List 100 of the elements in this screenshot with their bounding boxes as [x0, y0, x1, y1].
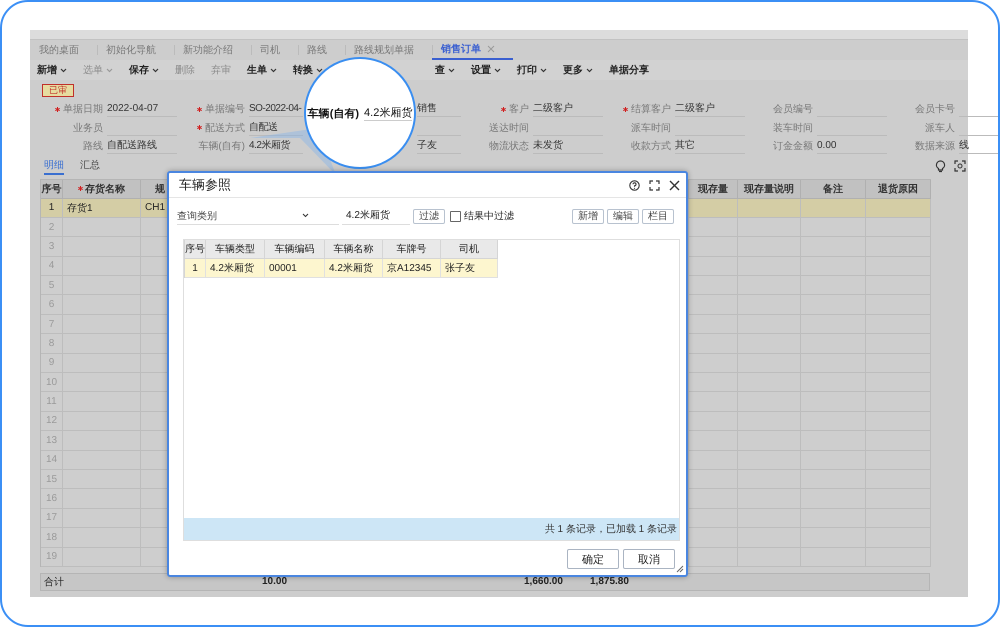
toolbar-button[interactable]: 打印	[517, 63, 547, 77]
table-cell[interactable]: 1	[185, 259, 206, 278]
table-cell	[689, 276, 738, 296]
form-field[interactable]: 0.00	[817, 138, 887, 154]
resize-grip-icon[interactable]	[676, 565, 684, 573]
field-label: 收款方式	[631, 140, 671, 154]
table-cell	[801, 198, 866, 218]
field-label: 派车人	[925, 122, 955, 135]
field-label: 结算客户	[631, 102, 671, 116]
field-label: 订金金额	[773, 140, 813, 154]
dialog-button[interactable]: 确定	[567, 549, 619, 569]
table-cell	[689, 450, 738, 470]
field-label: 单据日期	[63, 102, 103, 116]
field-label: 配送方式	[205, 122, 245, 135]
table-cell	[689, 218, 738, 238]
table-cell	[689, 470, 738, 490]
toolbar-button[interactable]: 设置	[471, 63, 501, 77]
table-cell	[689, 373, 738, 392]
form-field[interactable]: 线	[959, 138, 998, 154]
form-field[interactable]: 自配送路线	[107, 138, 177, 154]
form-field[interactable]: 二级客户	[533, 101, 603, 118]
table-cell	[689, 489, 738, 509]
field-label: 会员卡号	[915, 102, 955, 116]
table-cell	[689, 431, 738, 451]
action-button[interactable]: 编辑	[607, 208, 639, 224]
table-cell: 存货1	[63, 198, 141, 218]
total-value: 10.00	[262, 576, 288, 588]
close-icon[interactable]	[669, 180, 680, 190]
form-field[interactable]: 4.2米厢货	[249, 138, 303, 154]
toolbar-button[interactable]: 新增	[37, 63, 67, 77]
table-cell	[689, 256, 738, 276]
table-cell[interactable]: 00001	[265, 259, 325, 278]
help-icon[interactable]	[629, 180, 640, 190]
total-value: 1,875.80	[590, 576, 630, 588]
table-cell	[866, 218, 931, 238]
field-label: 物流状态	[489, 140, 529, 154]
table-cell	[689, 295, 738, 315]
dialog-button[interactable]: 取消	[623, 549, 675, 569]
table-cell: 1	[41, 198, 63, 218]
bulb-icon[interactable]	[935, 160, 946, 172]
toolbar-button[interactable]: 转换	[293, 63, 323, 77]
column-header: 车辆类型	[206, 240, 265, 259]
checkbox-label[interactable]: 结果中过滤	[464, 209, 514, 223]
field-label: 会员编号	[773, 102, 813, 116]
scan-icon[interactable]	[954, 160, 966, 172]
table-cell	[689, 314, 738, 334]
checkbox[interactable]	[450, 210, 461, 222]
toolbar-button[interactable]: 单据分享	[609, 63, 649, 77]
form-field[interactable]: 2022-04-07	[107, 101, 177, 118]
action-button[interactable]: 栏目	[642, 208, 674, 224]
category-dropdown[interactable]: 查询类别	[177, 208, 339, 224]
column-header: 车辆名称	[325, 240, 383, 259]
toolbar-button[interactable]: 生单	[247, 63, 277, 77]
toolbar-button[interactable]: 查	[435, 63, 455, 77]
table-cell	[689, 237, 738, 257]
table-cell	[689, 548, 738, 567]
caret-icon	[302, 213, 309, 218]
table-cell	[689, 334, 738, 354]
field-label: 客户	[509, 102, 529, 116]
form-field[interactable]: 未发货	[533, 138, 603, 154]
field-label: 路线	[83, 140, 103, 154]
table-cell	[689, 392, 738, 412]
form-field[interactable]: SO-2022-04-	[249, 101, 303, 118]
field-label: 业务员	[73, 122, 103, 135]
record-count: 共 1 条记录，已加载 1 条记录	[544, 522, 677, 536]
column-header: 退货原因	[866, 180, 931, 198]
toolbar-button[interactable]: 保存	[129, 63, 159, 77]
status-badge: 已审	[42, 84, 74, 97]
column-header: 现存量	[689, 180, 738, 198]
column-header: 序号	[185, 240, 206, 259]
field-label: 派车时间	[631, 122, 671, 135]
field-label: 单据编号	[205, 102, 245, 116]
field-label: 数据来源	[915, 140, 955, 154]
table-cell	[738, 198, 801, 218]
total-value: 1,660.00	[524, 576, 564, 588]
field-label: 送达时间	[489, 122, 529, 135]
form-field[interactable]: 自配送	[249, 120, 303, 136]
table-cell[interactable]: 4.2米厢货	[206, 259, 265, 278]
action-button[interactable]: 新增	[572, 208, 604, 224]
table-cell	[866, 198, 931, 218]
column-header: 车辆编码	[265, 240, 325, 259]
form-field[interactable]: 销售	[417, 101, 461, 118]
form-field[interactable]: 其它	[675, 138, 745, 154]
search-field[interactable]: 4.2米厢货	[342, 208, 410, 224]
table-cell	[738, 218, 801, 238]
magnifier-label: 车辆(自有)	[308, 106, 360, 120]
totals-label: 合计	[44, 576, 65, 589]
table-cell[interactable]: 京A12345	[383, 259, 441, 278]
column-header: 现存量说明	[738, 180, 801, 198]
table-cell[interactable]: 4.2米厢货	[325, 259, 383, 278]
column-header: 备注	[801, 180, 866, 198]
detail-tab[interactable]: 汇总	[80, 158, 100, 174]
table-cell	[689, 508, 738, 528]
toolbar-button[interactable]: 更多	[563, 63, 593, 77]
maximize-icon[interactable]	[649, 180, 660, 190]
form-field[interactable]: 子友	[417, 138, 461, 154]
filter-button[interactable]: 过滤	[413, 208, 445, 224]
form-field[interactable]: 二级客户	[675, 101, 745, 118]
table-cell[interactable]: 张子友	[441, 259, 498, 278]
field-label: 装车时间	[773, 122, 813, 135]
